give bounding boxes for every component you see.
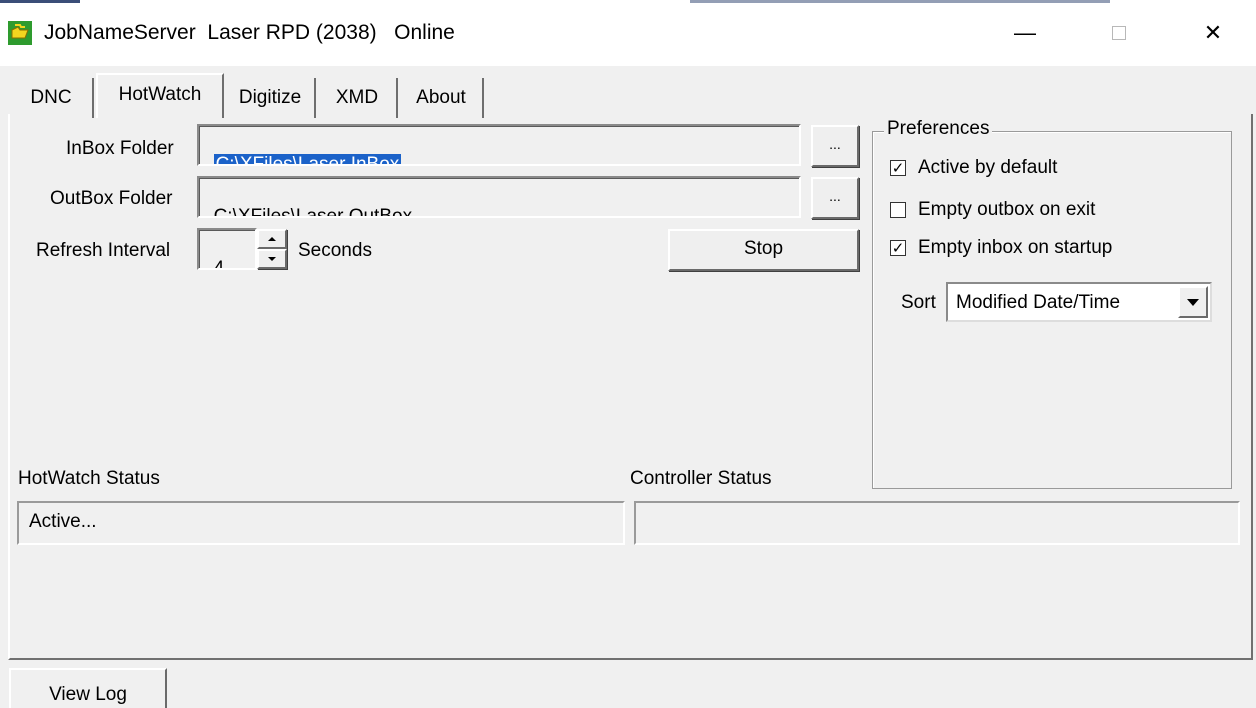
close-icon: ✕ (1203, 20, 1223, 45)
refresh-interval-stepper[interactable] (257, 229, 287, 269)
active-by-default-checkbox[interactable]: ✓ Active by default (890, 157, 1057, 179)
sort-value: Modified Date/Time (956, 292, 1121, 313)
inbox-browse-button[interactable]: ... (811, 125, 859, 167)
close-button[interactable]: ✕ (1188, 15, 1238, 51)
browse-label: ... (829, 188, 841, 204)
checkbox-checked-icon: ✓ (890, 159, 906, 177)
tab-about[interactable]: About (400, 78, 484, 118)
inbox-folder-input[interactable]: C:\XFiles\Laser InBox (197, 124, 801, 166)
window-title: JobNameServer Laser RPD (2038) Online (44, 21, 455, 44)
chevron-up-icon (268, 237, 276, 241)
refresh-interval-input[interactable]: 4 (197, 228, 257, 270)
option-label: Empty outbox on exit (918, 199, 1096, 220)
inbox-folder-value: C:\XFiles\Laser InBox (213, 154, 402, 164)
outbox-folder-value: C:\XFiles\Laser OutBox (213, 206, 413, 218)
empty-outbox-checkbox[interactable]: Empty outbox on exit (890, 199, 1095, 221)
empty-inbox-checkbox[interactable]: ✓ Empty inbox on startup (890, 237, 1112, 259)
tab-hotwatch[interactable]: HotWatch (96, 73, 224, 118)
controller-status-label: Controller Status (630, 468, 772, 489)
app-icon (8, 21, 32, 45)
chevron-down-icon (268, 257, 276, 261)
tab-label: HotWatch (118, 84, 202, 105)
maximize-button[interactable] (1094, 15, 1144, 51)
stepper-down-button[interactable] (257, 249, 287, 269)
top-edge (0, 0, 1256, 5)
checkbox-checked-icon: ✓ (890, 239, 906, 257)
view-log-button[interactable]: View Log (9, 668, 167, 708)
stepper-up-button[interactable] (257, 229, 287, 249)
minimize-icon: — (1014, 20, 1036, 45)
tab-label: Digitize (238, 87, 302, 108)
tab-xmd[interactable]: XMD (318, 78, 398, 118)
option-label: Active by default (918, 157, 1058, 178)
tab-label: DNC (30, 87, 72, 108)
hotwatch-status-value: Active... (29, 511, 97, 532)
sort-select[interactable]: Modified Date/Time (946, 282, 1212, 322)
refresh-interval-label: Refresh Interval (36, 240, 171, 261)
sort-label: Sort (901, 292, 936, 313)
refresh-interval-value: 4 (213, 258, 225, 270)
outbox-folder-input[interactable]: C:\XFiles\Laser OutBox (197, 176, 801, 218)
inbox-label: InBox Folder (66, 138, 174, 159)
stop-label: Stop (743, 238, 784, 259)
option-label: Empty inbox on startup (918, 237, 1113, 258)
outbox-browse-button[interactable]: ... (811, 177, 859, 219)
refresh-unit: Seconds (298, 240, 372, 261)
view-log-label: View Log (49, 684, 127, 705)
checkbox-unchecked-icon (890, 202, 906, 218)
stop-button[interactable]: Stop (668, 229, 859, 271)
preferences-title: Preferences (884, 118, 993, 140)
tab-label: About (416, 87, 466, 108)
tab-digitize[interactable]: Digitize (226, 78, 316, 118)
hotwatch-status-label: HotWatch Status (18, 468, 160, 489)
controller-status-field (634, 501, 1240, 545)
tab-label: XMD (335, 87, 379, 108)
maximize-icon (1112, 26, 1126, 40)
outbox-label: OutBox Folder (50, 188, 173, 209)
chevron-down-icon[interactable] (1178, 286, 1208, 318)
minimize-button[interactable]: — (1000, 15, 1050, 51)
browse-label: ... (829, 136, 841, 152)
tab-dnc[interactable]: DNC (10, 78, 94, 118)
hotwatch-status-field: Active... (17, 501, 625, 545)
